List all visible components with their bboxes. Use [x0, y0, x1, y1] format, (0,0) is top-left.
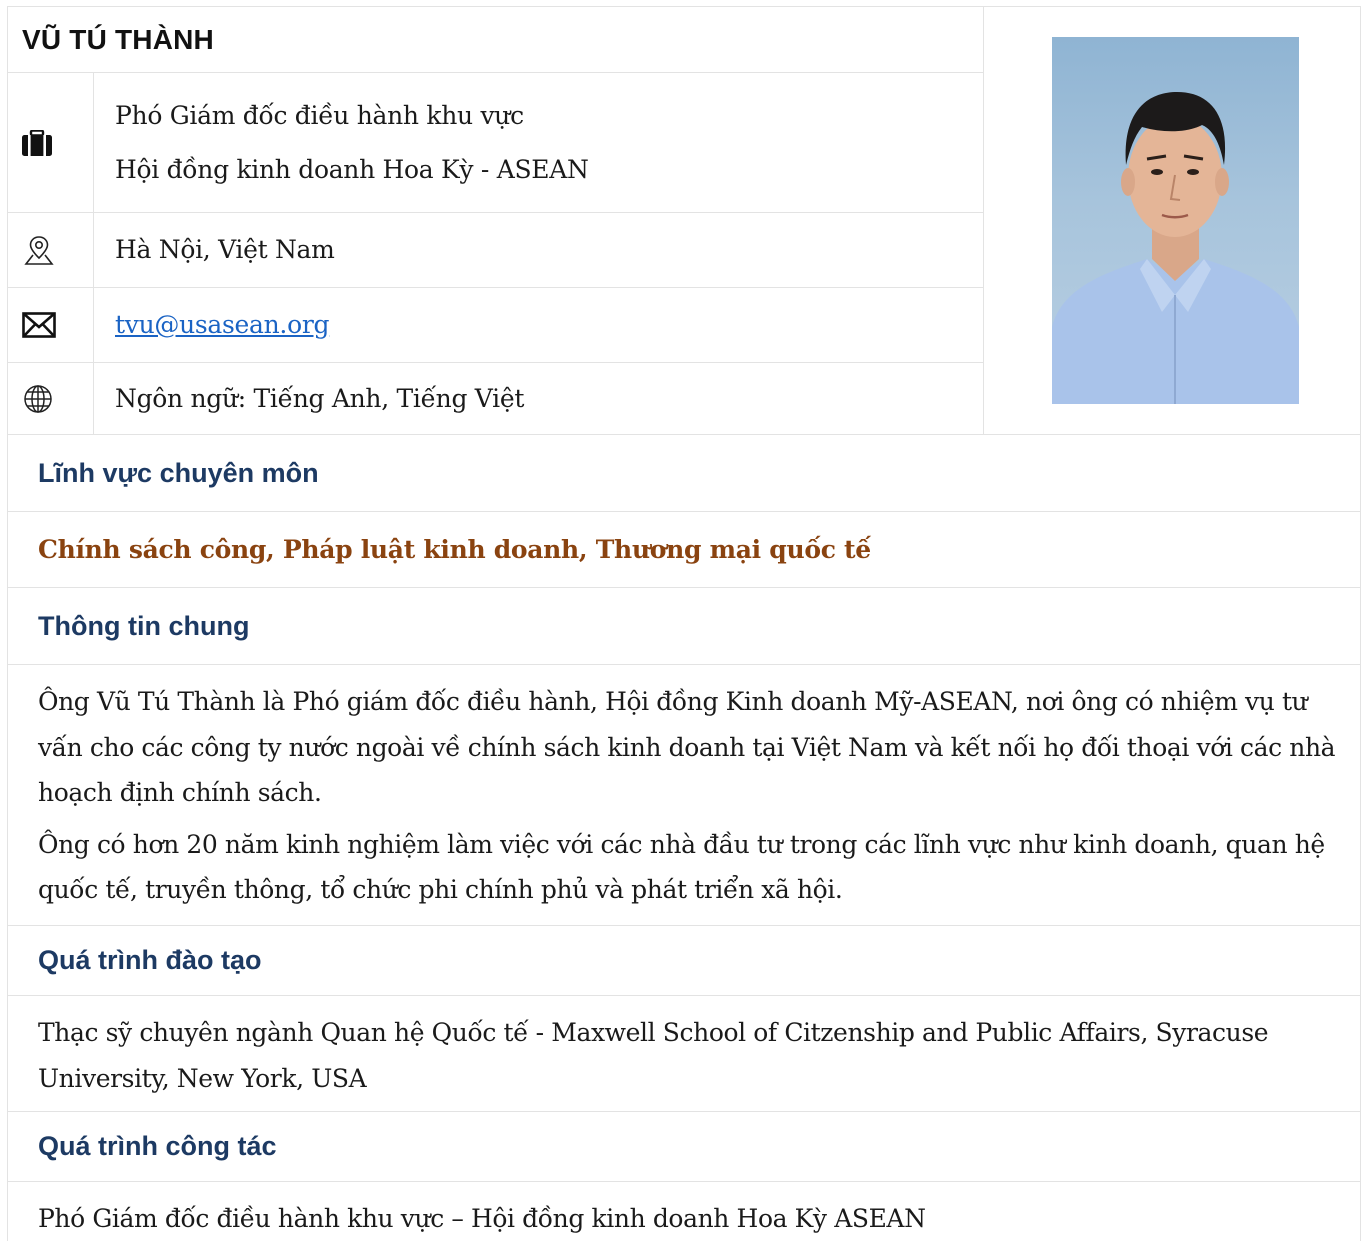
expertise-value: Chính sách công, Pháp luật kinh doanh, T… [7, 511, 1361, 587]
name-row: VŨ TÚ THÀNH [8, 7, 983, 73]
work-history-body: Phó Giám đốc điều hành khu vực – Hội đồn… [7, 1181, 1361, 1241]
education-heading: Quá trình đào tạo [7, 925, 1361, 995]
briefcase-icon [8, 73, 94, 212]
location-pin-icon [8, 213, 94, 287]
job-text: Phó Giám đốc điều hành khu vực Hội đồng … [94, 73, 983, 212]
profile-photo [1052, 37, 1299, 404]
general-info-paragraph-2: Ông có hơn 20 năm kinh nghiệm làm việc v… [38, 829, 1325, 905]
work-history-heading: Quá trình công tác [7, 1111, 1361, 1181]
languages-text: Ngôn ngữ: Tiếng Anh, Tiếng Việt [115, 383, 525, 413]
languages-row: Ngôn ngữ: Tiếng Anh, Tiếng Việt [8, 363, 983, 434]
job-title: Phó Giám đốc điều hành khu vực [115, 100, 524, 130]
globe-icon [8, 363, 94, 434]
profile-name: VŨ TÚ THÀNH [22, 23, 214, 55]
general-info-heading: Thông tin chung [7, 587, 1361, 664]
education-body: Thạc sỹ chuyên ngành Quan hệ Quốc tế - M… [7, 995, 1361, 1111]
expertise-heading: Lĩnh vực chuyên môn [7, 434, 1361, 511]
profile-info-table: VŨ TÚ THÀNH Phó Giám đốc điều hành khu v… [8, 7, 984, 434]
education-text: Thạc sỹ chuyên ngành Quan hệ Quốc tế - M… [38, 1018, 1269, 1093]
email-cell: tvu@usasean.org [94, 288, 983, 362]
job-row: Phó Giám đốc điều hành khu vực Hội đồng … [8, 73, 983, 213]
photo-cell [984, 7, 1360, 434]
organization: Hội đồng kinh doanh Hoa Kỳ - ASEAN [115, 154, 589, 184]
profile-header: VŨ TÚ THÀNH Phó Giám đốc điều hành khu v… [7, 7, 1361, 434]
work-history-text: Phó Giám đốc điều hành khu vực – Hội đồn… [38, 1204, 926, 1233]
expert-profile: VŨ TÚ THÀNH Phó Giám đốc điều hành khu v… [7, 6, 1361, 1241]
general-info-paragraph-1: Ông Vũ Tú Thành là Phó giám đốc điều hàn… [38, 687, 1336, 807]
email-link[interactable]: tvu@usasean.org [115, 298, 983, 352]
email-row: tvu@usasean.org [8, 288, 983, 363]
location-row: Hà Nội, Việt Nam [8, 213, 983, 288]
location-text: Hà Nội, Việt Nam [115, 235, 335, 264]
envelope-icon [8, 288, 94, 362]
general-info-body: Ông Vũ Tú Thành là Phó giám đốc điều hàn… [7, 664, 1361, 925]
